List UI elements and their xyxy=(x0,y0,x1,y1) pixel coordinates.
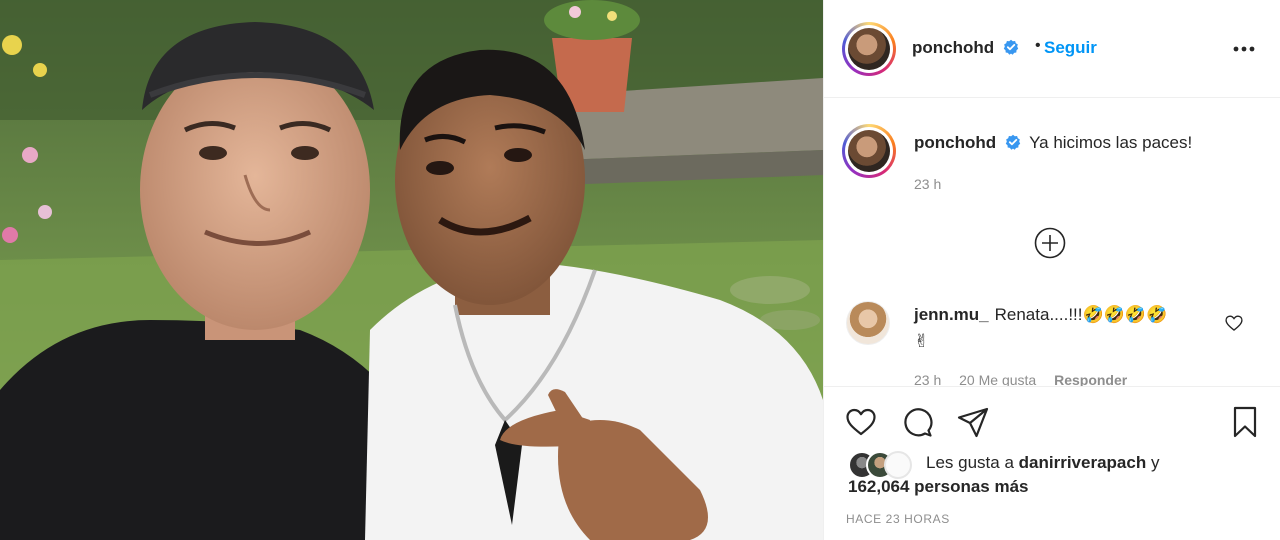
follow-button[interactable]: Seguir xyxy=(1044,38,1097,58)
post-header: ponchohd • Seguir xyxy=(824,0,1280,98)
caption-time[interactable]: 23 h xyxy=(914,176,941,192)
author-avatar-image xyxy=(848,28,890,70)
first-liker-link[interactable]: danirriverapach xyxy=(1019,453,1147,472)
heart-icon[interactable] xyxy=(844,405,878,439)
save-icon[interactable] xyxy=(1228,405,1262,439)
author-username[interactable]: ponchohd xyxy=(912,38,1019,58)
post-photo[interactable] xyxy=(0,0,823,540)
share-icon[interactable] xyxy=(956,405,990,439)
commenter-avatar[interactable] xyxy=(846,301,890,345)
likes-connector: y xyxy=(1150,453,1160,472)
load-more-comments-icon[interactable] xyxy=(1034,227,1066,259)
verified-badge-icon xyxy=(1005,134,1020,150)
more-options-icon[interactable] xyxy=(1229,40,1259,58)
likes-prefix: Les gusta a xyxy=(926,453,1014,472)
post-actions: Les gusta a danirriverapach y 162,064 pe… xyxy=(824,386,1280,540)
caption-username[interactable]: ponchohd xyxy=(914,133,996,152)
caption-author-avatar-image xyxy=(848,130,890,172)
likes-count-link[interactable]: 162,064 personas más xyxy=(848,477,1029,497)
post-details-panel: ponchohd • Seguir ponchohd Ya hicimos la… xyxy=(823,0,1280,540)
reply-button[interactable]: Responder xyxy=(1054,372,1127,386)
comment-likes-count[interactable]: 20 Me gusta xyxy=(959,372,1036,386)
liker-avatar xyxy=(884,451,912,479)
comment-icon[interactable] xyxy=(900,405,934,439)
post-timestamp[interactable]: HACE 23 HORAS xyxy=(846,512,950,526)
comment-emojis: 🤣🤣🤣🤣 xyxy=(1082,305,1168,325)
likes-summary: Les gusta a danirriverapach y xyxy=(926,453,1159,473)
comment-time[interactable]: 23 h xyxy=(914,372,941,386)
comment-text: Renata....!!! xyxy=(994,305,1083,324)
comments-section[interactable]: ponchohd Ya hicimos las paces! 23 h jenn… xyxy=(824,99,1280,386)
caption: ponchohd Ya hicimos las paces! xyxy=(914,133,1192,153)
header-separator: • xyxy=(1035,37,1041,54)
comment-emoji-peace: ✌ xyxy=(914,331,930,352)
comment-like-heart-icon[interactable] xyxy=(1224,313,1244,333)
comment-body: jenn.mu_ Renata....!!!🤣🤣🤣🤣 xyxy=(914,305,1167,325)
caption-author-avatar[interactable] xyxy=(842,124,896,178)
author-username-text[interactable]: ponchohd xyxy=(912,38,994,57)
commenter-username[interactable]: jenn.mu_ xyxy=(914,305,989,324)
caption-text: Ya hicimos las paces! xyxy=(1029,133,1193,152)
post-photo-illustration xyxy=(0,0,823,540)
comment-meta: 23 h 20 Me gusta Responder xyxy=(914,372,1141,386)
author-avatar[interactable] xyxy=(842,22,896,76)
verified-badge-icon xyxy=(1003,39,1019,55)
